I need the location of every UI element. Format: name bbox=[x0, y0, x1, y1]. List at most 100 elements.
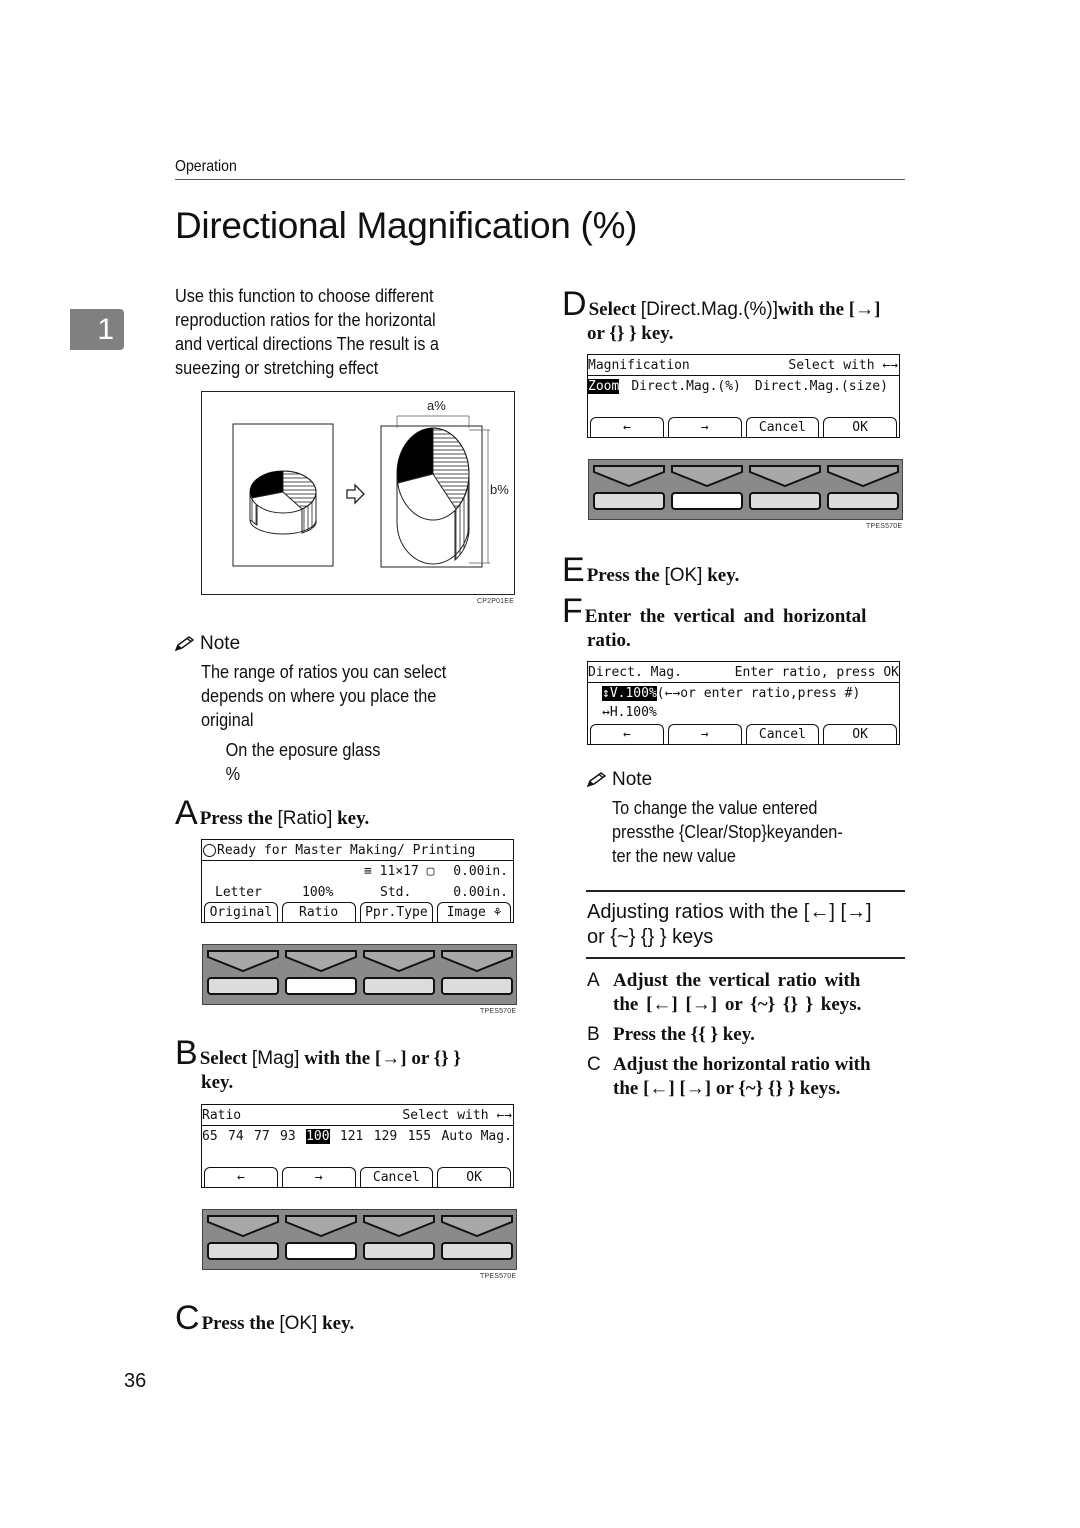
cancel-softkey[interactable]: Cancel bbox=[745, 417, 820, 437]
selection-key-2[interactable] bbox=[671, 492, 743, 510]
selection-key-4[interactable] bbox=[441, 1242, 513, 1260]
ok-key-ref: [OK] bbox=[664, 565, 703, 586]
selection-arrow-icon bbox=[363, 950, 435, 972]
step-letter: C bbox=[175, 1299, 200, 1337]
step-letter: F bbox=[562, 592, 583, 630]
section-step-line: the [←] [→] or {~} {} } keys. bbox=[613, 994, 862, 1015]
pencil-icon bbox=[586, 772, 607, 788]
step-text-line2: key. bbox=[201, 1072, 234, 1093]
note-body: The range of ratios you can select depen… bbox=[201, 660, 446, 786]
right-arrow-softkey[interactable]: → bbox=[667, 724, 742, 744]
step-text-line2: or {} } key. bbox=[587, 323, 674, 344]
selection-key-1[interactable] bbox=[207, 977, 279, 995]
ratio-option[interactable]: 155 bbox=[408, 1129, 431, 1144]
selection-key-3[interactable] bbox=[749, 492, 821, 510]
selection-key-1[interactable] bbox=[207, 1242, 279, 1260]
ok-softkey[interactable]: OK bbox=[437, 1167, 511, 1187]
selection-arrow-icon bbox=[593, 465, 665, 487]
intro-line: and vertical directions The result is a bbox=[175, 333, 439, 354]
ok-softkey[interactable]: OK bbox=[823, 417, 897, 437]
selection-arrow-icon bbox=[207, 950, 279, 972]
selection-key-1[interactable] bbox=[593, 492, 665, 510]
ratio-option-selected[interactable]: 100 bbox=[306, 1128, 330, 1144]
vertical-ratio-field[interactable]: ↕V.100% bbox=[602, 685, 657, 701]
selection-key-4[interactable] bbox=[827, 492, 899, 510]
original-pie-icon bbox=[249, 470, 317, 535]
left-arrow-softkey[interactable]: ← bbox=[590, 417, 664, 437]
ratio-option[interactable]: 93 bbox=[280, 1129, 296, 1144]
step-text-pre: Select bbox=[588, 299, 641, 320]
cancel-softkey[interactable]: Cancel bbox=[745, 724, 820, 744]
lcd-title-row: Ratio Select with ←→ bbox=[202, 1105, 513, 1126]
lcd-status-row: Ready for Master Making/ Printing bbox=[202, 840, 513, 861]
selection-arrow-icon bbox=[207, 1215, 279, 1237]
step-d: D Select [Direct.Mag.(%)]with the [→] or… bbox=[562, 285, 881, 346]
ratio-option[interactable]: 77 bbox=[254, 1129, 270, 1144]
step-text: Press the [OK] key. bbox=[587, 564, 740, 588]
original-size-value: Letter bbox=[215, 884, 262, 900]
section-step: A Adjust the vertical ratio with the [←]… bbox=[587, 969, 907, 1017]
note-sub-line: On the eposure glass bbox=[225, 739, 381, 760]
step-text-post: key. bbox=[332, 808, 370, 829]
lcd-hint: Enter ratio, press OK bbox=[734, 664, 899, 680]
mag-key-ref: [Mag] bbox=[251, 1048, 300, 1069]
ratio-option[interactable]: 121 bbox=[340, 1129, 363, 1144]
section-heading: Adjusting ratios with the [←] [→] or {~}… bbox=[587, 900, 872, 950]
ratio-option[interactable]: Auto Mag. bbox=[441, 1129, 511, 1144]
selection-key-3[interactable] bbox=[363, 1242, 435, 1260]
mag-option-selected[interactable]: Zoom bbox=[588, 378, 620, 394]
step-text-post: with the [→] bbox=[778, 299, 881, 320]
section-step: B Press the {{ } key. bbox=[587, 1023, 907, 1047]
selection-key-2[interactable] bbox=[285, 1242, 357, 1260]
note-label: Note bbox=[200, 633, 241, 654]
ratio-option[interactable]: 74 bbox=[228, 1129, 244, 1144]
mag-option[interactable]: Direct.Mag.(%) bbox=[631, 379, 741, 394]
direct-mag-key-ref: [Direct.Mag.(%)] bbox=[640, 299, 779, 320]
selection-key-3[interactable] bbox=[363, 977, 435, 995]
chapter-tab: 1 bbox=[70, 309, 124, 350]
lcd-hint: Select with ←→ bbox=[402, 1107, 512, 1123]
paper-type-value: Std. bbox=[380, 884, 412, 900]
ok-softkey[interactable]: OK bbox=[823, 724, 897, 744]
lcd-main-screen: Ready for Master Making/ Printing ≡ 11×1… bbox=[201, 839, 514, 923]
control-panel-1 bbox=[202, 944, 517, 1005]
intro-line: sueezing or stretching effect bbox=[175, 357, 379, 378]
ratio-softkey[interactable]: Ratio bbox=[281, 902, 356, 922]
selection-arrow-icon bbox=[285, 1215, 357, 1237]
mag-option[interactable]: Direct.Mag.(size) bbox=[755, 379, 888, 394]
right-arrow-softkey[interactable]: → bbox=[667, 417, 742, 437]
step-text: Press the [OK] key. bbox=[202, 1312, 355, 1336]
left-arrow-softkey[interactable]: ← bbox=[590, 724, 664, 744]
step-text-line2: ratio. bbox=[587, 630, 631, 651]
note-line: ter the new value bbox=[612, 845, 736, 866]
note-body: To change the value entered pressthe {Cl… bbox=[612, 796, 843, 868]
selection-arrow-icon bbox=[827, 465, 899, 487]
cancel-softkey[interactable]: Cancel bbox=[359, 1167, 434, 1187]
figure-code: CP2P01EE bbox=[477, 598, 515, 605]
step-b: B Select [Mag] with the [→] or {} } key. bbox=[175, 1036, 461, 1095]
ratio-key-ref: [Ratio] bbox=[277, 808, 333, 829]
original-softkey[interactable]: Original bbox=[204, 902, 278, 922]
ratio-value: 100% bbox=[302, 884, 334, 900]
selection-arrow-icon bbox=[285, 950, 357, 972]
intro-paragraph: Use this function to choose different re… bbox=[175, 284, 439, 380]
section-heading-line: Adjusting ratios with the [←] [→] bbox=[587, 901, 872, 923]
selection-key-2[interactable] bbox=[285, 977, 357, 995]
horizontal-ratio-field[interactable]: ↔H.100% bbox=[602, 705, 657, 720]
right-arrow-softkey[interactable]: → bbox=[281, 1167, 356, 1187]
section-step-text: Adjust the vertical ratio with the [←] [… bbox=[613, 969, 861, 1017]
step-a: A Press the [Ratio] key. bbox=[175, 794, 370, 832]
step-text-post: key. bbox=[317, 1313, 355, 1334]
section-step-line: Press the {{ } key. bbox=[613, 1024, 755, 1045]
image-softkey[interactable]: Image ⚘ bbox=[437, 902, 511, 922]
step-letter: A bbox=[175, 794, 198, 832]
label-b: b% bbox=[490, 482, 509, 497]
selection-key-4[interactable] bbox=[441, 977, 513, 995]
paper-type-softkey[interactable]: Ppr.Type bbox=[359, 902, 434, 922]
lcd-ratio-screen: Ratio Select with ←→ 65 74 77 93 100 121… bbox=[201, 1104, 514, 1188]
step-letter: D bbox=[562, 285, 587, 323]
note-line: original bbox=[201, 709, 254, 730]
ratio-option[interactable]: 129 bbox=[374, 1129, 397, 1144]
left-arrow-softkey[interactable]: ← bbox=[204, 1167, 278, 1187]
ratio-option[interactable]: 65 bbox=[202, 1129, 218, 1144]
